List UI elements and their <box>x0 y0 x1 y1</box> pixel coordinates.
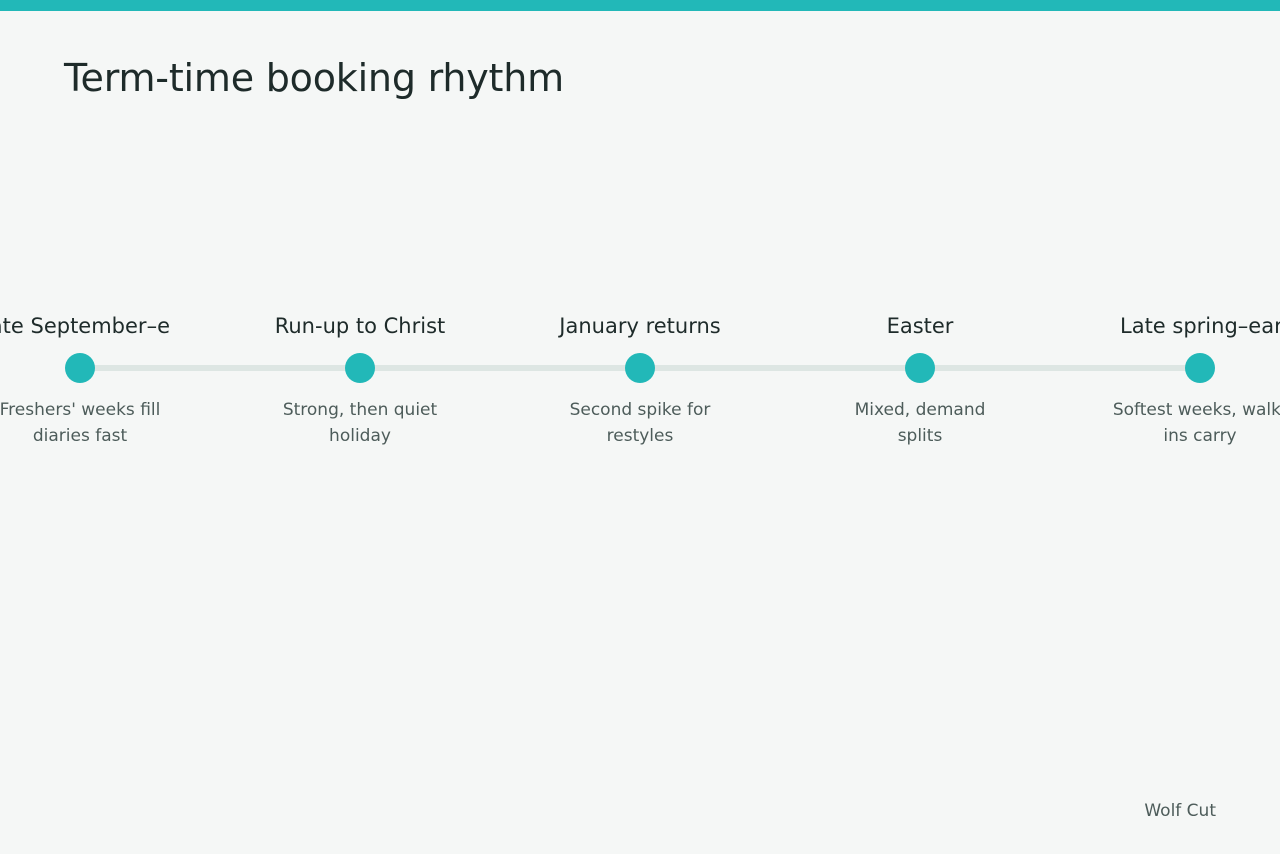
milestone-note: Mixed, demand splits <box>854 400 986 446</box>
milestone-label: Late September–e <box>0 314 170 338</box>
milestone-dot <box>1185 353 1215 383</box>
milestone-dot <box>625 353 655 383</box>
milestone-label: Late spring–earl <box>1120 314 1280 338</box>
milestone-note: Softest weeks, walk-ins carry <box>1112 400 1280 446</box>
milestone-note: Freshers' weeks fill diaries fast <box>0 400 161 446</box>
milestone-label: January returns <box>559 314 721 338</box>
milestone-dot <box>65 353 95 383</box>
top-accent-bar <box>0 0 1280 11</box>
milestone-dot <box>345 353 375 383</box>
milestone-note: Second spike for restyles <box>569 400 711 446</box>
milestone-label: Easter <box>886 314 954 338</box>
milestone-note: Strong, then quiet holiday <box>282 400 438 446</box>
milestone-dot <box>905 353 935 383</box>
page-title: Term-time booking rhythm <box>64 56 564 100</box>
footer-label: Wolf Cut <box>1144 801 1216 821</box>
milestone-label: Run-up to Christ <box>274 314 446 338</box>
